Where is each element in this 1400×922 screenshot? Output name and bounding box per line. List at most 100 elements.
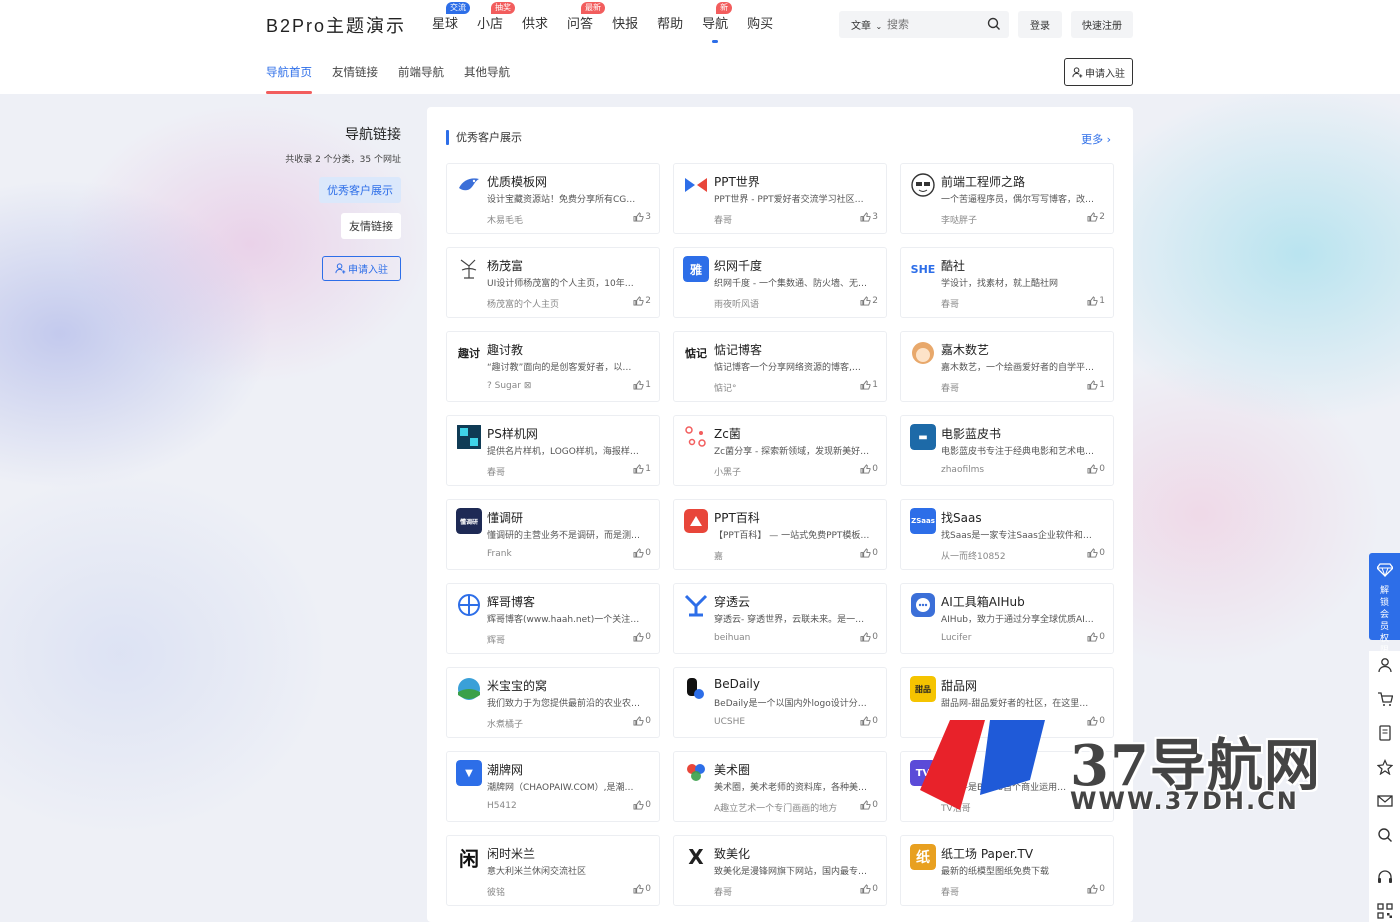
like-button[interactable]: 0 bbox=[860, 716, 878, 726]
like-button[interactable]: 1 bbox=[860, 380, 878, 390]
nav-item-7[interactable]: 购买 bbox=[747, 16, 773, 34]
site-name: 闲时米兰 bbox=[487, 847, 536, 861]
nav-item-6[interactable]: 导航 新 bbox=[702, 2, 733, 43]
like-button[interactable]: 0 bbox=[1087, 464, 1105, 474]
like-button[interactable]: 1 bbox=[1087, 296, 1105, 306]
headset-icon[interactable] bbox=[1377, 869, 1393, 889]
site-card[interactable]: 纸 纸工场 Paper.TV 最新的纸模型图纸免费下载 春哥 0 bbox=[900, 835, 1114, 906]
site-card[interactable]: X 致美化 致美化是漫锋网旗下网站，国内最专… 春哥 0 bbox=[673, 835, 887, 906]
like-button[interactable]: 0 bbox=[633, 884, 651, 894]
thumbs-up-icon bbox=[860, 800, 871, 810]
site-card[interactable]: 闲 闲时米兰 意大利米兰休闲交流社区 彼铭 0 bbox=[446, 835, 660, 906]
like-button[interactable]: 0 bbox=[860, 800, 878, 810]
like-button[interactable]: 2 bbox=[1087, 212, 1105, 222]
site-card[interactable]: ▼ 潮牌网 潮牌网（CHAOPAIW.COM）,是潮… H5412 0 bbox=[446, 751, 660, 822]
site-author: zhaofilms bbox=[941, 465, 985, 475]
like-count: 0 bbox=[645, 716, 651, 726]
like-button[interactable]: 1 bbox=[1087, 380, 1105, 390]
nav-item-label: 帮助 bbox=[657, 17, 684, 32]
like-button[interactable]: 0 bbox=[1087, 548, 1105, 558]
like-button[interactable]: 3 bbox=[860, 212, 878, 222]
nav-item-3[interactable]: 问答 最新 bbox=[567, 2, 606, 34]
site-logo-icon bbox=[683, 592, 709, 618]
like-button[interactable]: 0 bbox=[860, 632, 878, 642]
nav-item-2[interactable]: 供求 bbox=[522, 16, 548, 34]
site-description: 嘉木数艺，一个绘画爱好者的自学平… bbox=[941, 363, 1095, 373]
user-icon[interactable] bbox=[1377, 657, 1393, 677]
like-count: 0 bbox=[1099, 632, 1105, 642]
site-author: 春哥 bbox=[941, 384, 960, 394]
site-card[interactable]: PPT世界 PPT世界 - PPT爱好者交流学习社区… 春哥 3 bbox=[673, 163, 887, 234]
sidebar-link-customers[interactable]: 优秀客户展示 bbox=[319, 177, 401, 203]
site-card[interactable]: ZSaas 找Saas 找Saas是一家专注Saas企业软件和… 从一而终108… bbox=[900, 499, 1114, 570]
nav-item-4[interactable]: 快报 bbox=[612, 16, 638, 34]
site-card[interactable]: AI工具箱AIHub AIHub，致力于通过分享全球优质AI… Lucifer … bbox=[900, 583, 1114, 654]
like-button[interactable]: 0 bbox=[633, 716, 651, 726]
thumbs-up-icon bbox=[633, 548, 644, 558]
subnav-item-0[interactable]: 导航首页 bbox=[266, 64, 312, 94]
site-name: 米宝宝的窝 bbox=[487, 679, 548, 693]
search-icon[interactable] bbox=[987, 17, 1001, 31]
site-card[interactable]: 趣讨 趣讨教 “趣讨教”面向的是创客爱好者，以… ? Sugar ⊠ 1 bbox=[446, 331, 660, 402]
site-card[interactable]: 前端工程师之路 一个苦逼程序员，偶尔写写博客，改… 李哒胖子 2 bbox=[900, 163, 1114, 234]
site-card[interactable]: 嘉木数艺 嘉木数艺，一个绘画爱好者的自学平… 春哥 1 bbox=[900, 331, 1114, 402]
site-card[interactable]: SHE 酷社 学设计，找素材，就上酷社网 春哥 1 bbox=[900, 247, 1114, 318]
site-name: PS样机网 bbox=[487, 427, 538, 441]
like-button[interactable]: 3 bbox=[633, 212, 651, 222]
site-card[interactable]: 米宝宝的窝 我们致力于为您提供最前沿的农业农… 水煮橘子 0 bbox=[446, 667, 660, 738]
like-button[interactable]: 0 bbox=[1087, 884, 1105, 894]
register-button[interactable]: 快速注册 bbox=[1071, 11, 1133, 38]
like-button[interactable]: 1 bbox=[633, 380, 651, 390]
site-card[interactable]: 辉哥博客 辉哥博客(www.haah.net)一个关注… 辉哥 0 bbox=[446, 583, 660, 654]
search-input[interactable] bbox=[887, 18, 977, 31]
more-link[interactable]: 更多 › bbox=[1081, 131, 1111, 147]
site-card[interactable]: 优质模板网 设计宝藏资源站！免费分享所有CG… 木易毛毛 3 bbox=[446, 163, 660, 234]
search-type-select[interactable]: 文章 ⌄ bbox=[839, 17, 887, 32]
site-description: 织网千度 - 一个集数通、防火墙、无… bbox=[714, 279, 867, 289]
search-icon[interactable] bbox=[1377, 827, 1393, 847]
site-card[interactable]: 懂调研 懂调研 懂调研的主营业务不是调研，而是测… Frank 0 bbox=[446, 499, 660, 570]
vip-label: 解锁会员权限 bbox=[1379, 586, 1389, 656]
site-name: 嘉木数艺 bbox=[941, 343, 990, 357]
login-button[interactable]: 登录 bbox=[1018, 11, 1062, 38]
nav-item-1[interactable]: 小店 抽奖 bbox=[477, 2, 516, 34]
section-accent-bar bbox=[446, 129, 449, 145]
nav-item-5[interactable]: 帮助 bbox=[657, 16, 683, 34]
like-button[interactable]: 0 bbox=[633, 632, 651, 642]
site-card[interactable]: 穿透云 穿透云- 穿透世界，云联未来。是一… beihuan 0 bbox=[673, 583, 887, 654]
apply-button-top[interactable]: 申请入驻 bbox=[1064, 58, 1133, 86]
vip-unlock-button[interactable]: 解锁会员权限 bbox=[1369, 553, 1400, 656]
site-card[interactable]: 惦记 惦记博客 惦记博客一个分享网络资源的博客,… 惦记° 1 bbox=[673, 331, 887, 402]
site-card[interactable]: 杨茂富 UI设计师杨茂富的个人主页，10年… 杨茂富的个人主页 2 bbox=[446, 247, 660, 318]
like-button[interactable]: 0 bbox=[860, 548, 878, 558]
cart-icon[interactable] bbox=[1377, 691, 1394, 711]
like-count: 0 bbox=[872, 800, 878, 810]
like-button[interactable]: 0 bbox=[633, 548, 651, 558]
site-logo-icon bbox=[910, 592, 936, 618]
subnav-item-2[interactable]: 前端导航 bbox=[398, 64, 444, 94]
like-button[interactable]: 2 bbox=[633, 296, 651, 306]
like-button[interactable]: 2 bbox=[860, 296, 878, 306]
site-logo-icon: SHE bbox=[910, 256, 936, 282]
site-name: 优质模板网 bbox=[487, 175, 548, 189]
like-button[interactable]: 1 bbox=[633, 464, 651, 474]
sidebar-apply-button[interactable]: 申请入驻 bbox=[322, 256, 401, 281]
site-card[interactable]: 雅 织网千度 织网千度 - 一个集数通、防火墙、无… 雨夜听风语 2 bbox=[673, 247, 887, 318]
site-card[interactable]: PS样机网 提供名片样机，LOGO样机，海报样… 春哥 1 bbox=[446, 415, 660, 486]
site-logo[interactable]: B2Pro主题演示 bbox=[266, 12, 406, 38]
site-card[interactable]: Zc菌 Zc菌分享 - 探索新领域，发现新美好… 小黑子 0 bbox=[673, 415, 887, 486]
subnav-item-1[interactable]: 友情链接 bbox=[332, 64, 378, 94]
sidebar-link-friends[interactable]: 友情链接 bbox=[341, 213, 401, 239]
qrcode-icon[interactable] bbox=[1377, 903, 1393, 922]
nav-item-0[interactable]: 星球 交流 bbox=[432, 2, 470, 34]
like-button[interactable]: 0 bbox=[633, 800, 651, 810]
site-card[interactable]: BeDaily BeDaily是一个以国内外logo设计分… UCSHE 0 bbox=[673, 667, 887, 738]
like-button[interactable]: 0 bbox=[860, 884, 878, 894]
subnav-item-3[interactable]: 其他导航 bbox=[464, 64, 510, 94]
site-card[interactable]: 美术圈 美术圈，美术老师的资料库，各种美… A趣立艺术一个专门画画的地方 0 bbox=[673, 751, 887, 822]
site-description: UI设计师杨茂富的个人主页，10年… bbox=[487, 279, 634, 289]
site-card[interactable]: ▬ 电影蓝皮书 电影蓝皮书专注于经典电影和艺术电… zhaofilms 0 bbox=[900, 415, 1114, 486]
site-card[interactable]: PPT百科 【PPT百科】 — 一站式免费PPT模板… 嘉 0 bbox=[673, 499, 887, 570]
like-button[interactable]: 0 bbox=[860, 464, 878, 474]
like-button[interactable]: 0 bbox=[1087, 632, 1105, 642]
